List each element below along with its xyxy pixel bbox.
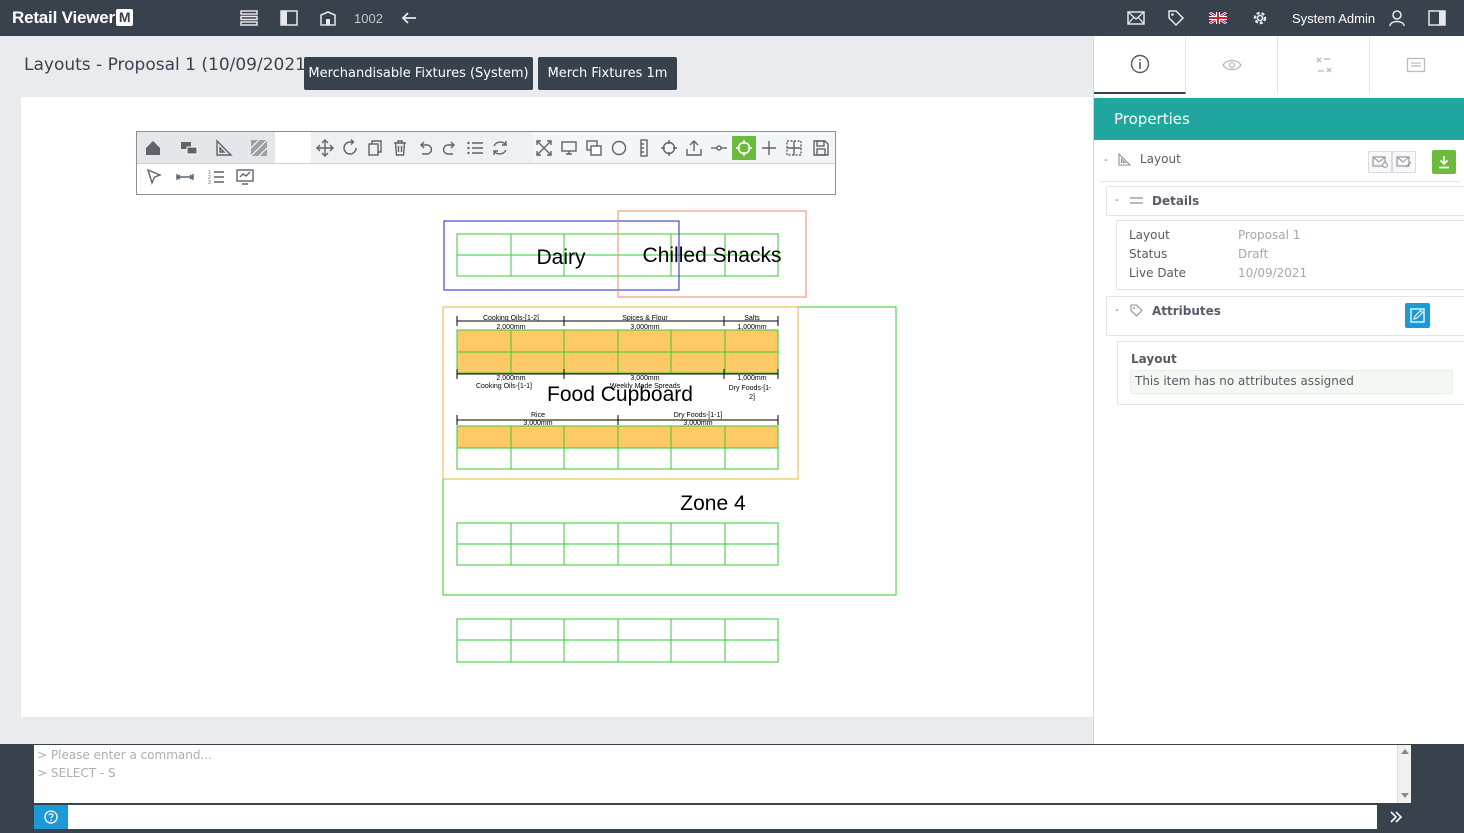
move-icon[interactable] — [313, 136, 337, 160]
layout-section-label: Layout — [1140, 152, 1181, 166]
info-icon — [1130, 54, 1149, 74]
edit-attributes-button[interactable] — [1405, 303, 1430, 328]
scroll-up-icon[interactable] — [1401, 749, 1409, 754]
link-icon[interactable] — [707, 136, 731, 160]
set-square-icon[interactable] — [212, 136, 236, 160]
back-arrow-icon[interactable] — [398, 0, 420, 36]
home-icon[interactable] — [141, 136, 165, 160]
lines-icon — [1130, 197, 1143, 204]
console-scrollbar[interactable] — [1397, 745, 1411, 803]
attributes-group-label: Layout — [1131, 352, 1177, 366]
store-icon[interactable] — [317, 0, 339, 36]
circle-icon[interactable] — [607, 136, 631, 160]
download-icon — [1439, 156, 1449, 169]
grid-icon[interactable] — [782, 136, 806, 160]
edit-icon — [1410, 308, 1425, 323]
rotate-icon[interactable] — [338, 136, 362, 160]
refresh-icon[interactable] — [488, 136, 512, 160]
measure-icon[interactable] — [173, 165, 197, 189]
user-name[interactable]: System Admin — [1292, 0, 1375, 36]
drawing-toolbar: 123 — [136, 131, 836, 195]
notes-icon — [1406, 57, 1426, 73]
stack-icon[interactable] — [238, 0, 260, 36]
attributes-collapse-toggle[interactable]: - — [1115, 304, 1119, 316]
console-line: > SELECT - S — [37, 766, 116, 780]
console-line: > Please enter a command... — [37, 748, 212, 762]
email-layout-button[interactable] — [1368, 151, 1392, 173]
merch-fixtures-1m-button[interactable]: Merch Fixtures 1m — [538, 57, 677, 90]
detail-value-layout: Proposal 1 — [1238, 228, 1301, 242]
details-collapse-toggle[interactable]: - — [1115, 194, 1119, 206]
add-icon[interactable] — [757, 136, 781, 160]
tab-rules[interactable] — [1278, 36, 1370, 94]
mail-attach-icon — [1372, 156, 1388, 168]
store-number: 1002 — [354, 10, 383, 26]
detail-value-live-date: 10/09/2021 — [1238, 266, 1308, 280]
user-icon[interactable] — [1386, 0, 1408, 36]
mail-send-icon — [1396, 156, 1412, 168]
top-bar: Retail Viewer M 1002 System Admin — [0, 0, 1464, 36]
properties-heading: Properties — [1094, 98, 1464, 140]
run-command-button[interactable] — [1381, 805, 1411, 829]
collapse-toggle[interactable]: - — [1104, 154, 1108, 166]
detail-key-layout: Layout — [1129, 228, 1170, 242]
monitor-icon[interactable] — [557, 136, 581, 160]
list-icon[interactable] — [463, 136, 487, 160]
redo-icon[interactable] — [438, 136, 462, 160]
details-section-label: Details — [1152, 194, 1200, 208]
fit-icon[interactable] — [532, 136, 556, 160]
upload-icon[interactable] — [682, 136, 706, 160]
numbered-list-icon[interactable]: 123 — [204, 165, 228, 189]
page-title: Layouts - Proposal 1 (10/09/2021) — [24, 55, 313, 75]
delete-icon[interactable] — [388, 136, 412, 160]
copy-icon[interactable] — [363, 136, 387, 160]
ruler-icon[interactable] — [632, 136, 656, 160]
app-logo[interactable]: Retail Viewer M — [12, 0, 134, 36]
bubbles-icon[interactable] — [177, 136, 201, 160]
swap-icon — [1316, 57, 1331, 73]
mail-icon[interactable] — [1125, 0, 1147, 36]
no-attributes-message: This item has no attributes assigned — [1130, 370, 1453, 394]
double-chevron-right-icon — [1390, 811, 1403, 823]
detail-key-status: Status — [1129, 247, 1168, 261]
tab-notes[interactable] — [1370, 36, 1462, 94]
panel-toggle-icon[interactable] — [1426, 0, 1448, 36]
tag-icon — [1130, 304, 1143, 317]
svg-text:3: 3 — [208, 180, 211, 186]
help-icon — [44, 810, 58, 824]
detail-key-live-date: Live Date — [1129, 266, 1186, 280]
email-send-button[interactable] — [1392, 151, 1416, 173]
tab-info[interactable] — [1094, 36, 1186, 94]
command-input[interactable] — [68, 805, 1377, 829]
split-view-icon[interactable] — [278, 0, 300, 36]
layers-icon[interactable] — [582, 136, 606, 160]
help-button[interactable] — [34, 805, 68, 829]
logo-mark: M — [115, 8, 134, 26]
eye-icon — [1221, 59, 1242, 71]
console-log: > Please enter a command... > SELECT - S — [34, 745, 1411, 803]
command-console: > Please enter a command... > SELECT - S — [0, 744, 1464, 833]
merch-fixtures-system-button[interactable]: Merchandisable Fixtures (System) — [304, 57, 533, 90]
pointer-icon[interactable] — [142, 165, 166, 189]
screen-icon[interactable] — [233, 165, 257, 189]
gear-icon[interactable] — [1249, 0, 1271, 36]
download-button[interactable] — [1432, 150, 1456, 174]
attributes-section-label: Attributes — [1152, 304, 1221, 318]
hatch-icon[interactable] — [247, 136, 271, 160]
properties-panel: Properties - Layout - Details Layout Pro… — [1093, 36, 1464, 744]
tab-visibility[interactable] — [1186, 36, 1278, 94]
tag-icon[interactable] — [1165, 0, 1187, 36]
toolbar-divider — [137, 163, 835, 164]
target-icon[interactable] — [657, 136, 681, 160]
logo-text: Retail Viewer — [12, 8, 115, 27]
scroll-down-icon[interactable] — [1401, 793, 1409, 798]
undo-icon[interactable] — [413, 136, 437, 160]
save-icon[interactable] — [809, 136, 833, 160]
snap-icon[interactable] — [732, 136, 756, 160]
set-square-icon — [1118, 153, 1131, 166]
uk-flag-icon[interactable] — [1207, 0, 1229, 36]
detail-value-status: Draft — [1238, 247, 1269, 261]
